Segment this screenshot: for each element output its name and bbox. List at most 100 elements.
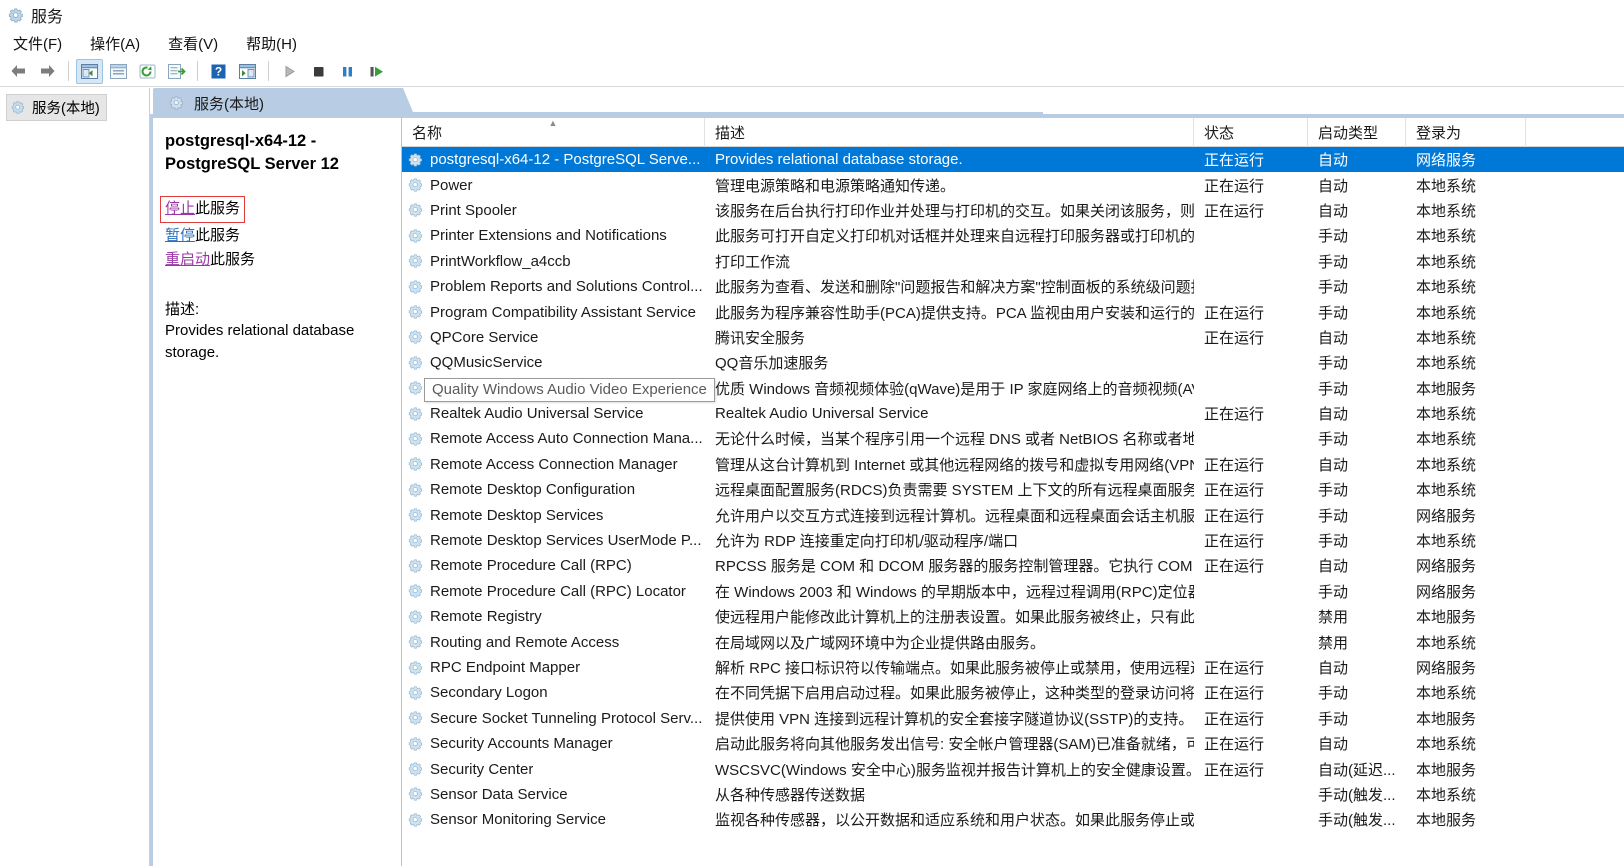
table-row[interactable]: Program Compatibility Assistant Service 此…: [402, 299, 1624, 324]
service-gear-icon: [408, 279, 424, 295]
cell-status: 正在运行: [1194, 553, 1308, 578]
table-row[interactable]: RPC Endpoint Mapper 解析 RPC 接口标识符以传输端点。如果此…: [402, 655, 1624, 680]
menu-action[interactable]: 操作(A): [87, 31, 143, 56]
table-row[interactable]: QQMusicService QQ音乐加速服务 手动 本地系统: [402, 350, 1624, 375]
list-column-headers: ▲ 名称 描述 状态 启动类型 登录为: [402, 118, 1624, 147]
service-logon-text: 本地系统: [1416, 456, 1477, 474]
column-header-logon-as[interactable]: 登录为: [1406, 118, 1526, 147]
service-startup-text: 手动: [1318, 380, 1349, 398]
cell-status: 正在运行: [1194, 299, 1308, 324]
service-gear-icon: [408, 355, 424, 371]
cell-service-name: Power: [402, 172, 705, 197]
pause-icon[interactable]: [334, 59, 361, 84]
menu-file[interactable]: 文件(F): [10, 31, 65, 56]
cell-description: 该服务在后台执行打印作业并处理与打印机的交互。如果关闭该服务，则...: [705, 198, 1194, 223]
service-name-text: Remote Desktop Services: [430, 506, 604, 524]
service-startup-text: 手动: [1318, 228, 1349, 246]
tab-services-local[interactable]: 服务(本地): [153, 88, 403, 118]
service-logon-text: 本地服务: [1416, 609, 1477, 627]
menu-view[interactable]: 查看(V): [165, 31, 221, 56]
pause-this-service-action[interactable]: 暂停此服务: [165, 224, 389, 248]
services-gear-icon: [8, 7, 24, 23]
service-gear-icon: [408, 202, 424, 218]
console-tree-icon[interactable]: [76, 58, 103, 84]
column-header-description[interactable]: 描述: [705, 118, 1194, 147]
cell-startup-type: 自动: [1308, 147, 1406, 172]
cell-logon-as: 本地系统: [1406, 426, 1526, 451]
table-row[interactable]: Remote Procedure Call (RPC) RPCSS 服务是 COM…: [402, 553, 1624, 578]
stop-link-suffix: 此服务: [195, 200, 241, 217]
table-row[interactable]: Remote Access Auto Connection Mana... 无论什…: [402, 426, 1624, 451]
menu-help[interactable]: 帮助(H): [243, 31, 300, 56]
service-status-text: 正在运行: [1204, 152, 1265, 170]
stop-this-service-action[interactable]: 停止此服务: [160, 196, 389, 224]
table-row[interactable]: Realtek Audio Universal Service Realtek A…: [402, 401, 1624, 426]
cell-status: [1194, 223, 1308, 248]
cell-description: 监视各种传感器，以公开数据和适应系统和用户状态。如果此服务停止或...: [705, 807, 1194, 832]
cell-startup-type: 禁用: [1308, 604, 1406, 629]
table-row[interactable]: Security Accounts Manager 启动此服务将向其他服务发出信号…: [402, 731, 1624, 756]
cell-description: 在不同凭据下启用启动过程。如果此服务被停止，这种类型的登录访问将...: [705, 680, 1194, 705]
pause-link-text[interactable]: 暂停: [165, 227, 195, 244]
service-startup-text: 自动: [1318, 177, 1349, 195]
column-header-name[interactable]: ▲ 名称: [402, 118, 705, 147]
table-row[interactable]: Sensor Data Service 从各种传感器传送数据 手动(触发... 本地系…: [402, 782, 1624, 807]
cell-service-name: Print Spooler: [402, 198, 705, 223]
cell-logon-as: 网络服务: [1406, 553, 1526, 578]
table-row[interactable]: Remote Desktop Services 允许用户以交互方式连接到远程计算机…: [402, 502, 1624, 527]
stop-link-text[interactable]: 停止: [165, 200, 195, 217]
cell-status: [1194, 426, 1308, 451]
restart-this-service-action[interactable]: 重启动此服务: [165, 248, 389, 272]
cell-description: QQ音乐加速服务: [705, 350, 1194, 375]
tree-item-services-local[interactable]: 服务(本地): [6, 94, 107, 121]
stop-icon[interactable]: [305, 59, 332, 84]
cell-description: 此服务可打开自定义打印机对话框并处理来自远程打印服务器或打印机的...: [705, 223, 1194, 248]
service-gear-icon: [408, 609, 424, 625]
service-startup-text: 手动(触发...: [1318, 786, 1396, 804]
table-row[interactable]: Sensor Monitoring Service 监视各种传感器，以公开数据和适…: [402, 807, 1624, 832]
export-list-icon[interactable]: [163, 59, 190, 84]
table-row[interactable]: Remote Desktop Configuration 远程桌面配置服务(RDC…: [402, 477, 1624, 502]
table-row[interactable]: Power 管理电源策略和电源策略通知传递。 正在运行 自动 本地系统: [402, 172, 1624, 197]
table-row[interactable]: Secondary Logon 在不同凭据下启用启动过程。如果此服务被停止，这种类…: [402, 680, 1624, 705]
table-row[interactable]: Problem Reports and Solutions Control...…: [402, 274, 1624, 299]
action-pane-icon[interactable]: [234, 59, 261, 84]
service-status-text: 正在运行: [1204, 406, 1265, 424]
cell-service-name: Printer Extensions and Notifications: [402, 223, 705, 248]
service-name-text: QPCore Service: [430, 328, 539, 346]
back-button[interactable]: [5, 59, 32, 84]
table-row[interactable]: Remote Procedure Call (RPC) Locator 在 Win…: [402, 579, 1624, 604]
restart-link-text[interactable]: 重启动: [165, 251, 210, 268]
refresh-icon[interactable]: [134, 59, 161, 84]
table-row[interactable]: postgresql-x64-12 - PostgreSQL Serve... P…: [402, 147, 1624, 173]
table-row[interactable]: Print Spooler 该服务在后台执行打印作业并处理与打印机的交互。如果关闭…: [402, 198, 1624, 223]
table-row[interactable]: QPCore Service 腾讯安全服务 正在运行 自动 本地系统: [402, 325, 1624, 350]
cell-logon-as: 本地系统: [1406, 477, 1526, 502]
service-gear-icon: [408, 558, 424, 574]
cell-description: 使远程用户能修改此计算机上的注册表设置。如果此服务被终止，只有此...: [705, 604, 1194, 629]
properties-icon[interactable]: [105, 59, 132, 84]
column-header-startup-type[interactable]: 启动类型: [1308, 118, 1406, 147]
table-row[interactable]: Routing and Remote Access 在局域网以及广域网环境中为企业…: [402, 629, 1624, 654]
cell-description: 允许为 RDP 连接重定向打印机/驱动程序/端口: [705, 528, 1194, 553]
table-row[interactable]: Security Center WSCSVC(Windows 安全中心)服务监视并…: [402, 756, 1624, 781]
table-row[interactable]: Secure Socket Tunneling Protocol Serv...…: [402, 706, 1624, 731]
table-row[interactable]: Printer Extensions and Notifications 此服务可…: [402, 223, 1624, 248]
cell-status: 正在运行: [1194, 172, 1308, 197]
table-row[interactable]: PrintWorkflow_a4ccb 打印工作流 手动 本地系统: [402, 249, 1624, 274]
column-header-status[interactable]: 状态: [1194, 118, 1308, 147]
cell-description: Realtek Audio Universal Service: [705, 401, 1194, 426]
cell-startup-type: 自动: [1308, 198, 1406, 223]
table-row[interactable]: Remote Registry 使远程用户能修改此计算机上的注册表设置。如果此服务…: [402, 604, 1624, 629]
service-gear-icon: [408, 685, 424, 701]
cell-startup-type: 手动: [1308, 426, 1406, 451]
help-icon[interactable]: ?: [205, 59, 232, 84]
service-logon-text: 本地系统: [1416, 202, 1477, 220]
play-icon[interactable]: [276, 59, 303, 84]
table-row[interactable]: Remote Access Connection Manager 管理从这台计算机…: [402, 452, 1624, 477]
cell-startup-type: 手动(触发...: [1308, 782, 1406, 807]
forward-button[interactable]: [34, 59, 61, 84]
table-row[interactable]: Remote Desktop Services UserMode P... 允许为…: [402, 528, 1624, 553]
service-startup-text: 手动: [1318, 355, 1349, 373]
restart-icon[interactable]: [363, 59, 390, 84]
